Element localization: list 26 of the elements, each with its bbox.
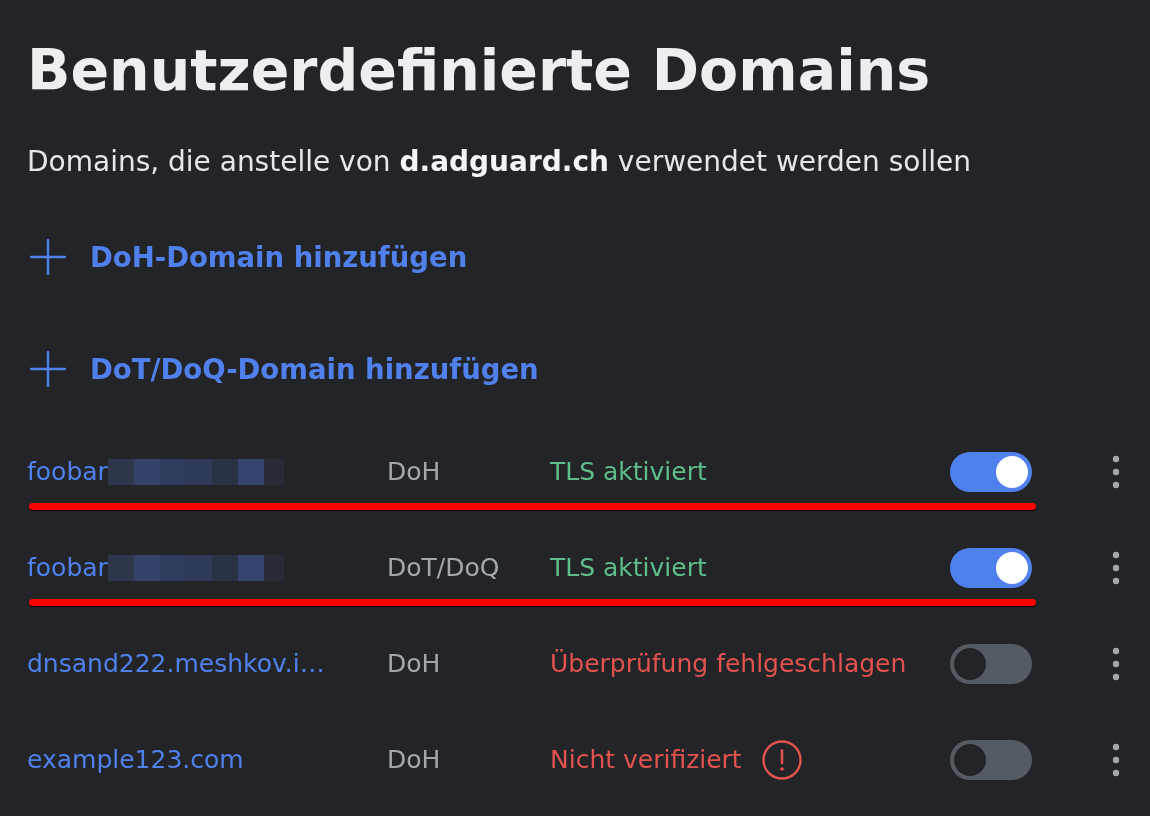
protocol-label: DoH bbox=[387, 456, 441, 488]
status-label: TLS aktiviert bbox=[550, 456, 707, 488]
kebab-icon bbox=[1112, 743, 1120, 777]
toggle-switch[interactable] bbox=[950, 548, 1032, 588]
protocol-label: DoH bbox=[387, 744, 441, 776]
toggle-switch[interactable] bbox=[950, 644, 1032, 684]
status-label: Nicht verifiziert bbox=[550, 744, 742, 776]
toggle-switch[interactable] bbox=[950, 740, 1032, 780]
add-domain-button[interactable]: DoT/DoQ-Domain hinzufügen bbox=[30, 341, 539, 397]
domain-link[interactable]: dnsand222.meshkov.i… bbox=[27, 648, 325, 680]
page-description: Domains, die anstelle von d.adguard.ch verwendet werden sollen bbox=[27, 144, 971, 180]
plus-icon bbox=[30, 351, 66, 387]
add-domain-button[interactable]: DoH-Domain hinzufügen bbox=[30, 229, 468, 285]
domain-link[interactable]: example123.com bbox=[27, 744, 244, 776]
kebab-icon bbox=[1112, 455, 1120, 489]
domain-link[interactable]: foobar bbox=[27, 552, 108, 584]
kebab-icon bbox=[1112, 647, 1120, 681]
protocol-label: DoT/DoQ bbox=[387, 552, 500, 584]
status-label: Überprüfung fehlgeschlagen bbox=[550, 648, 907, 680]
kebab-icon bbox=[1112, 551, 1120, 585]
plus-icon bbox=[30, 239, 66, 275]
page-title: Benutzerdefinierte Domains bbox=[27, 36, 931, 105]
toggle-switch[interactable] bbox=[950, 452, 1032, 492]
protocol-label: DoH bbox=[387, 648, 441, 680]
status-label: TLS aktiviert bbox=[550, 552, 707, 584]
domain-link[interactable]: foobar bbox=[27, 456, 108, 488]
